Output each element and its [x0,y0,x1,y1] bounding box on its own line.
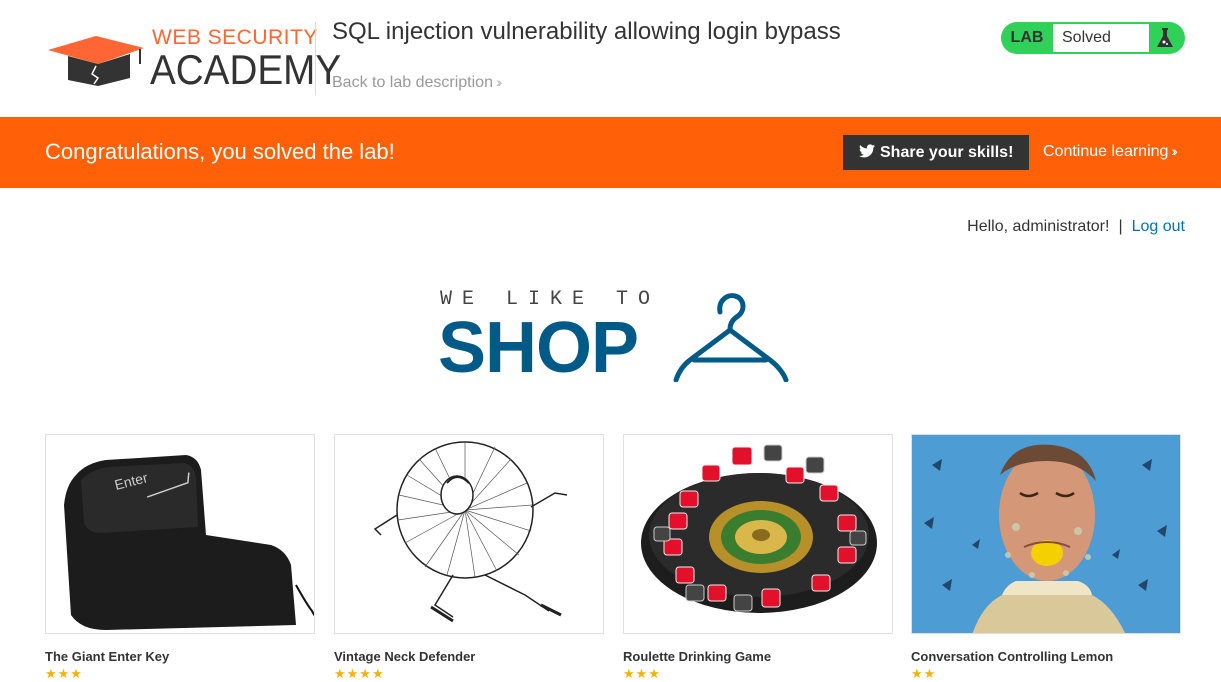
product-name: The Giant Enter Key [45,649,170,664]
continue-link-label: Continue learning [1043,143,1169,160]
greeting-text: Hello, administrator! [967,218,1110,235]
solved-banner: Congratulations, you solved the lab! Sha… [0,117,1221,188]
rating-stars: ★★ [911,666,937,681]
coat-hanger-icon [673,293,789,382]
rating-stars: ★★★★ [334,666,385,681]
logo-line2: ACADEMY [150,46,342,93]
product-card[interactable]: Enter The Giant Enter Key ★★★ [45,434,315,682]
logout-link[interactable]: Log out [1132,218,1185,235]
lab-badge-label: LAB [1010,29,1044,46]
product-image[interactable] [911,434,1181,634]
lab-status-badge: LAB Solved [1001,22,1185,54]
conversation-controlling-lemon-image [912,435,1180,633]
shop-logo: WE LIKE TO SHOP [438,286,798,388]
rating-stars: ★★★ [45,666,83,681]
product-image[interactable] [623,434,893,634]
product-image[interactable]: Enter [45,434,315,634]
graduation-cap-icon [48,36,144,86]
back-to-description-link[interactable]: Back to lab description ›› [332,74,503,92]
congratulations-message: Congratulations, you solved the lab! [45,139,395,164]
product-image[interactable] [334,434,604,634]
product-name: Vintage Neck Defender [334,649,476,664]
roulette-drinking-game-image [641,444,877,613]
lab-title: SQL injection vulnerability allowing log… [332,18,841,45]
twitter-icon [859,144,875,158]
giant-enter-key-image: Enter [64,455,314,630]
header-divider [315,22,316,95]
product-name: Roulette Drinking Game [623,649,772,664]
product-card[interactable]: Conversation Controlling Lemon ★★ [911,434,1181,682]
continue-learning-link[interactable]: Continue learning ›› [1043,143,1178,161]
share-button-label: Share your skills! [880,144,1014,161]
rating-stars: ★★★ [623,666,661,681]
flask-icon [1157,28,1173,47]
lab-header: WEB SECURITY ACADEMY SQL injection vulne… [0,0,1221,117]
product-name: Conversation Controlling Lemon [911,649,1114,664]
account-bar: Hello, administrator! | Log out [967,218,1185,236]
product-card[interactable]: Vintage Neck Defender ★★★★ [334,434,604,682]
double-chevron-right-icon: ›› [495,74,503,90]
academy-logo[interactable]: WEB SECURITY ACADEMY [46,22,341,93]
lab-status-value: Solved [1053,24,1149,52]
back-link-label: Back to lab description [332,74,493,91]
product-card[interactable]: Roulette Drinking Game ★★★ [623,434,893,682]
vintage-neck-defender-image [373,441,568,623]
account-separator: | [1118,218,1123,235]
shop-wordmark: SHOP [438,308,639,388]
share-skills-button[interactable]: Share your skills! [843,135,1029,170]
double-chevron-right-icon: ›› [1171,143,1178,159]
